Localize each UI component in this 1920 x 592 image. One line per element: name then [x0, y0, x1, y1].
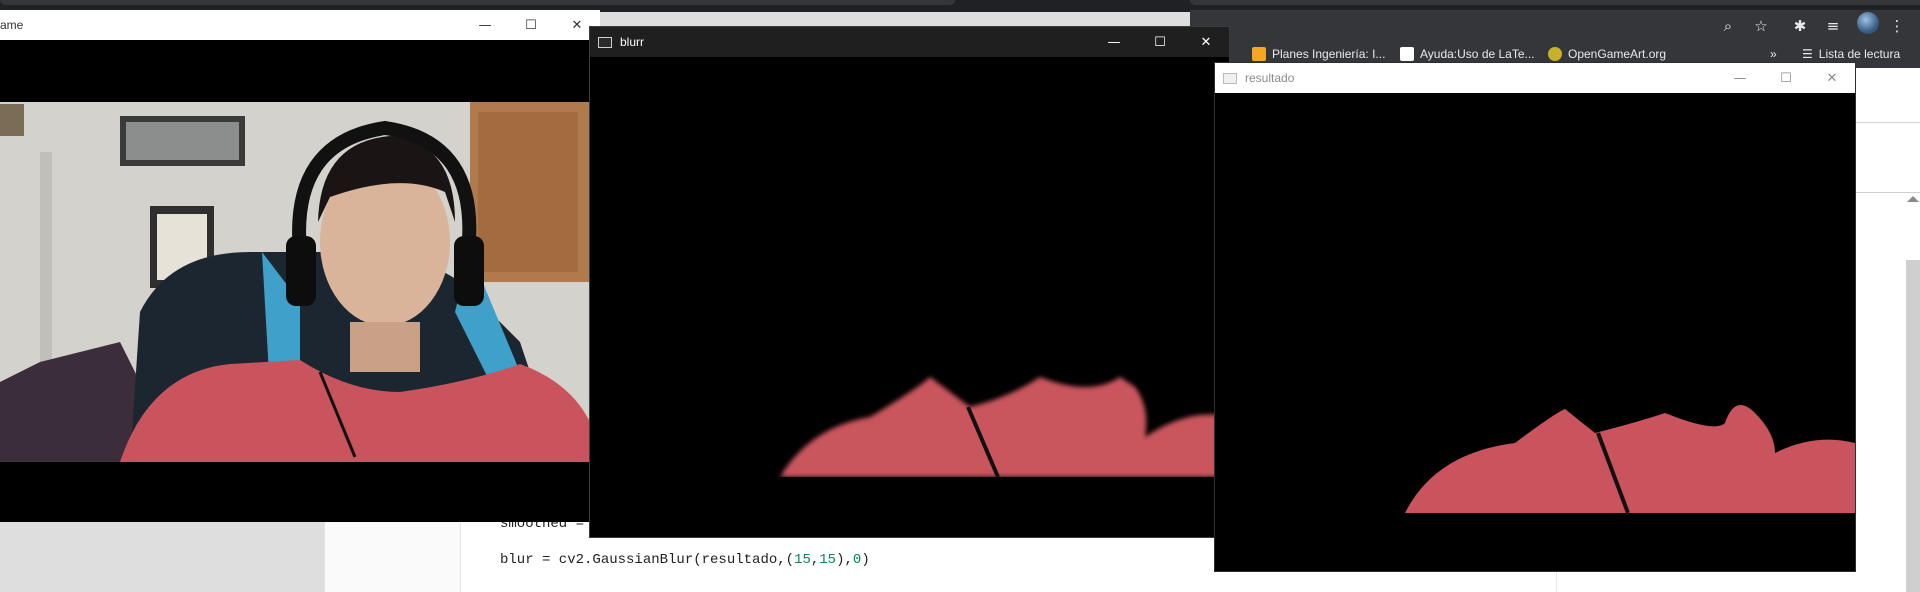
- maximize-button[interactable]: ☐: [508, 10, 554, 40]
- bookmark-item[interactable]: Ayuda:Uso de LaTe...: [1400, 45, 1535, 63]
- webcam-frame-image: [0, 102, 590, 462]
- browser-tab[interactable]: [1190, 0, 1920, 5]
- window-titlebar[interactable]: ame — ☐ ✕: [0, 10, 600, 40]
- blurred-shirt-region: [780, 377, 1229, 537]
- webcam-scene: [0, 102, 590, 462]
- window-title: blurr: [620, 35, 645, 49]
- resultado-image: [1215, 93, 1855, 571]
- maximize-button[interactable]: ☐: [1137, 27, 1183, 57]
- maximize-button[interactable]: ☐: [1763, 63, 1809, 93]
- window-titlebar[interactable]: blurr — ☐ ✕: [590, 27, 1229, 57]
- resultado-window: resultado — ☐ ✕: [1214, 62, 1856, 572]
- close-icon: ✕: [571, 17, 583, 33]
- window-title: ame: [0, 18, 24, 32]
- page-scrollbar[interactable]: [1906, 260, 1920, 592]
- reading-list-icon: ☰: [1802, 47, 1813, 61]
- browser-tab[interactable]: [0, 0, 955, 5]
- blurred-mask-image: [590, 57, 1229, 537]
- bookmark-icon: [1548, 47, 1562, 61]
- frame-window: ame — ☐ ✕: [0, 10, 600, 522]
- maximize-icon: ☐: [1780, 70, 1792, 86]
- window-app-icon: [1223, 72, 1237, 84]
- scroll-up-arrow-icon[interactable]: [1907, 196, 1919, 202]
- bookmark-label: Planes Ingeniería: I...: [1272, 47, 1386, 61]
- zoom-icon[interactable]: ⌕: [1718, 16, 1738, 36]
- wikipedia-icon: [1400, 47, 1414, 61]
- profile-avatar[interactable]: [1857, 12, 1879, 34]
- minimize-icon: —: [478, 17, 492, 33]
- page-divider: [1845, 192, 1920, 193]
- window-app-icon: [598, 36, 612, 48]
- masked-shirt-region: [1405, 405, 1855, 571]
- close-button[interactable]: ✕: [1183, 27, 1229, 57]
- minimize-button[interactable]: —: [462, 10, 508, 40]
- reading-list-button[interactable]: ☰ Lista de lectura: [1802, 45, 1900, 63]
- minimize-button[interactable]: —: [1717, 63, 1763, 93]
- close-icon: ✕: [1826, 70, 1838, 86]
- bookmarks-overflow-button[interactable]: »: [1770, 45, 1777, 63]
- maximize-icon: ☐: [525, 17, 537, 33]
- minimize-icon: —: [1107, 34, 1121, 50]
- window-title: resultado: [1245, 71, 1295, 85]
- minimize-icon: —: [1733, 70, 1747, 86]
- code-line: blur = cv2.GaussianBlur(resultado,(15,15…: [500, 552, 870, 568]
- extensions-icon[interactable]: ✱: [1790, 16, 1810, 36]
- close-button[interactable]: ✕: [1809, 63, 1855, 93]
- star-icon[interactable]: ☆: [1751, 16, 1771, 36]
- page-divider: [1845, 122, 1920, 123]
- maximize-icon: ☐: [1154, 34, 1166, 50]
- bookmark-label: OpenGameArt.org: [1568, 47, 1667, 61]
- close-icon: ✕: [1200, 34, 1212, 50]
- reading-list-label: Lista de lectura: [1818, 47, 1901, 61]
- bookmark-item[interactable]: OpenGameArt.org: [1548, 45, 1666, 63]
- window-titlebar[interactable]: resultado — ☐ ✕: [1215, 63, 1855, 93]
- blurr-window: blurr — ☐ ✕: [589, 26, 1230, 538]
- chevron-double-right-icon: »: [1770, 47, 1777, 61]
- menu-icon[interactable]: ⋮: [1887, 16, 1907, 36]
- media-icon[interactable]: ≡: [1823, 16, 1843, 36]
- bookmark-icon: [1252, 47, 1266, 61]
- bookmark-item[interactable]: Planes Ingeniería: I...: [1252, 45, 1385, 63]
- bookmark-label: Ayuda:Uso de LaTe...: [1420, 47, 1535, 61]
- minimize-button[interactable]: —: [1091, 27, 1137, 57]
